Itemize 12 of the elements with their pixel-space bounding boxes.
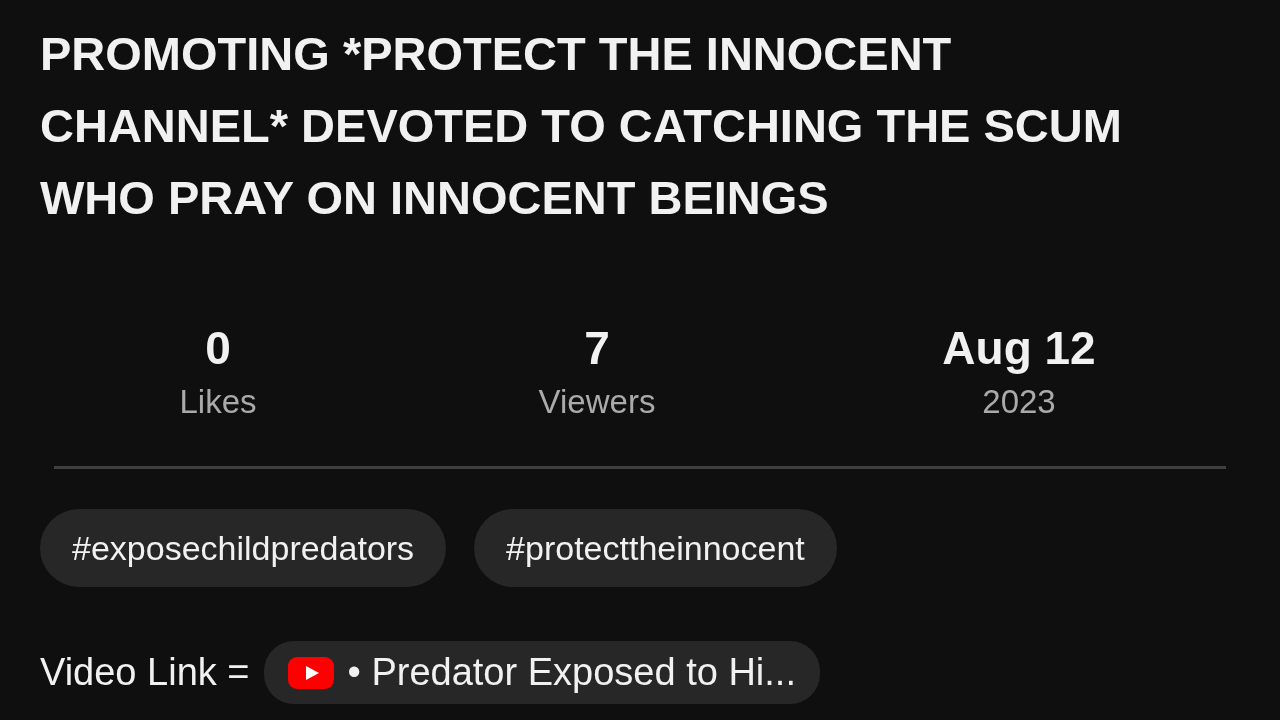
hashtag-chip[interactable]: #exposechildpredators xyxy=(40,509,447,587)
stat-label: 2023 xyxy=(982,382,1056,422)
stat-value: 0 xyxy=(205,321,231,376)
stat-value: 7 xyxy=(584,321,610,376)
link-label: Video Link = xyxy=(40,651,250,694)
video-link-chip[interactable]: • Predator Exposed to Hi... xyxy=(263,641,820,704)
video-title: PROMOTING *PROTECT THE INNOCENT CHANNEL* DEVOTED TO CATCHING THE SCUM WHO PRAY ON INNOCENT BEINGS xyxy=(40,26,1123,226)
play-logo-icon xyxy=(287,656,334,689)
stat-label: Viewers xyxy=(538,382,656,422)
stat-value: Aug 12 xyxy=(942,321,1096,376)
stat-label: Likes xyxy=(179,382,257,422)
hashtag-chip[interactable]: #protecttheinnocent xyxy=(474,509,837,587)
